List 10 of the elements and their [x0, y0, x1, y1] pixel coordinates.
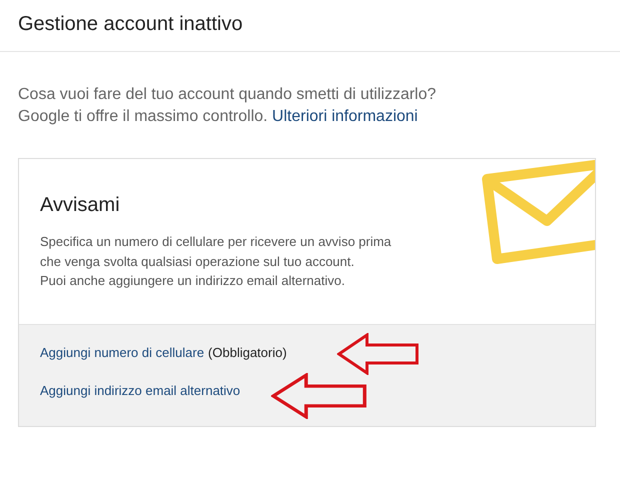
- intro-text: Cosa vuoi fare del tuo account quando smetti di utilizzarlo? Google ti offre il massimo controllo. Ulteriori informazioni: [18, 85, 438, 127]
- more-info-link[interactable]: Ulteriori informazioni: [272, 108, 418, 125]
- action-link[interactable]: Aggiungi numero di cellulare: [40, 345, 204, 364]
- page-title: Gestione account inattivo: [18, 13, 244, 36]
- description-text: Specifica un numero di cellulare per ricevere un avviso prima che venga svolta qualsiasi operazione sul tuo account. Puoi anche aggiungere un indirizzo email alternativo.: [40, 233, 392, 290]
- action-link[interactable]: Aggiungi indirizzo email alternativo: [40, 383, 240, 402]
- section-title: Avvisami: [40, 194, 121, 217]
- required-note: (Obbligatorio): [208, 345, 287, 362]
- arrow-icon: [337, 333, 419, 375]
- arrow-icon: [271, 373, 367, 419]
